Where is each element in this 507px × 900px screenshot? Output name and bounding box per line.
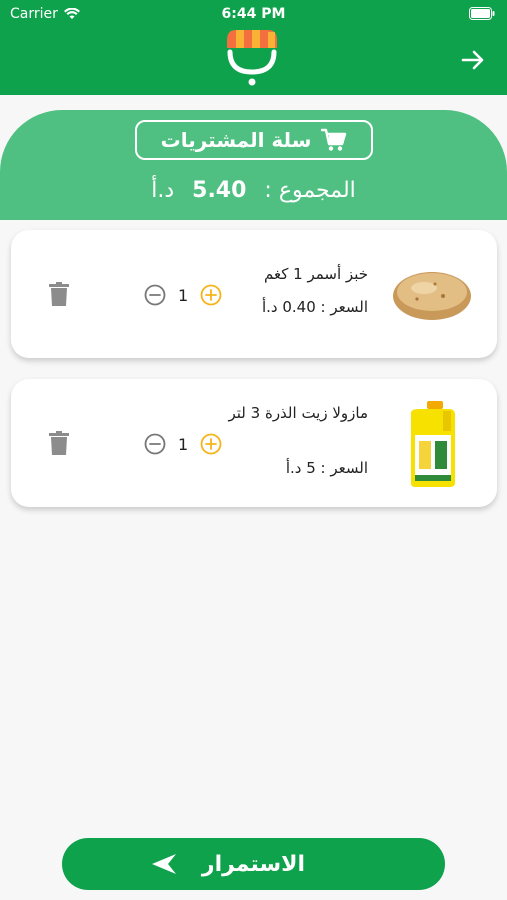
status-time: 6:44 PM <box>221 6 286 22</box>
shopping-cart-icon <box>321 128 347 151</box>
item-name: خبز أسمر 1 كغم <box>264 265 368 283</box>
bread-image <box>393 272 471 320</box>
cart-total-row: المجموع : 5.40 د.أ <box>0 170 507 210</box>
continue-label: الاستمرار <box>201 851 306 877</box>
total-label: المجموع : <box>264 177 356 203</box>
cart-item-card: مازولا زيت الذرة 3 لتر السعر : 5 د.أ 1 <box>11 379 497 507</box>
item-name: مازولا زيت الذرة 3 لتر <box>228 404 368 422</box>
trash-icon[interactable] <box>48 282 70 306</box>
minus-circle-icon[interactable] <box>144 433 166 455</box>
plus-circle-icon[interactable] <box>200 433 222 455</box>
arrow-right-icon[interactable] <box>459 46 487 74</box>
cart-title-badge: سلة المشتريات <box>135 120 373 160</box>
plus-circle-icon[interactable] <box>200 284 222 306</box>
trash-icon[interactable] <box>48 431 70 455</box>
battery-icon <box>469 7 495 20</box>
quantity-stepper: 1 <box>144 282 222 308</box>
quantity-value: 1 <box>178 434 189 454</box>
store-logo-icon <box>227 30 277 86</box>
status-bar: Carrier 6:44 PM <box>0 0 507 28</box>
item-price: السعر : 5 د.أ <box>285 459 368 477</box>
total-currency: د.أ <box>151 177 175 203</box>
total-value: 5.40 <box>192 177 247 203</box>
continue-button[interactable]: الاستمرار <box>62 838 445 890</box>
app-header: Carrier 6:44 PM <box>0 0 507 95</box>
cart-item-card: خبز أسمر 1 كغم السعر : 0.40 د.أ 1 <box>11 230 497 358</box>
quantity-stepper: 1 <box>144 431 222 457</box>
quantity-value: 1 <box>178 285 189 305</box>
arrow-left-icon <box>152 854 176 874</box>
cart-title: سلة المشتريات <box>160 128 312 152</box>
minus-circle-icon[interactable] <box>144 284 166 306</box>
corn-oil-bottle-image <box>411 401 455 487</box>
